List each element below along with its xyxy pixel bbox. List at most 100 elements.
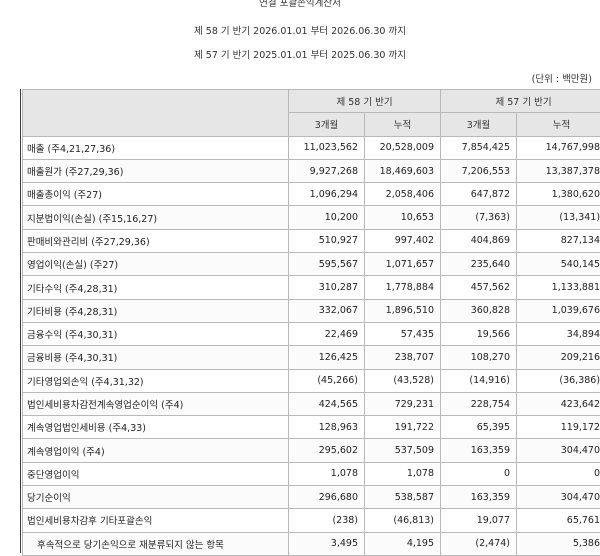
row-label: 기타영업외손익 (주4,31,32) <box>23 369 289 392</box>
row-value: 7,206,553 <box>441 159 517 182</box>
row-value: 5,386 <box>517 532 600 555</box>
row-value: 1,096,294 <box>289 183 365 206</box>
table-row: 기타비용 (주4,28,31)332,0671,896,510360,8281,… <box>23 299 600 322</box>
row-value: 235,640 <box>441 253 517 276</box>
header-sub-cell: 누적 <box>517 113 600 136</box>
row-label: 영업이익(손실) (주27) <box>23 253 289 276</box>
row-value: 2,058,406 <box>365 183 441 206</box>
row-value: 65,395 <box>441 416 517 439</box>
row-value: 295,602 <box>289 439 365 462</box>
row-value: (13,341) <box>517 206 600 229</box>
table-row: 계속영업법인세비용 (주4,33)128,963191,72265,395119… <box>23 416 600 439</box>
row-value: (45,266) <box>289 369 365 392</box>
row-label: 중단영업이익 <box>23 462 289 485</box>
row-label: 기타수익 (주4,28,31) <box>23 276 289 299</box>
row-value: 163,359 <box>441 439 517 462</box>
row-value: 457,562 <box>441 276 517 299</box>
row-value: 20,528,009 <box>365 136 441 159</box>
row-value: 424,565 <box>289 392 365 415</box>
statement-title: 연결 포괄손익계산서 <box>0 0 600 9</box>
row-value: 1,380,620 <box>517 183 600 206</box>
row-value: 304,470 <box>517 439 600 462</box>
row-value: (7,363) <box>441 206 517 229</box>
row-value: 997,402 <box>365 229 441 252</box>
income-statement-table: 제 58 기 반기 제 57 기 반기 3개월 누적 3개월 누적 매출 (주4… <box>22 89 600 556</box>
table-row: 중단영업이익1,0781,07800 <box>23 462 600 485</box>
row-value: 119,172 <box>517 416 600 439</box>
row-label: 당기순이익 <box>23 486 289 509</box>
row-value: 18,469,603 <box>365 159 441 182</box>
unit-label: (단위 : 백만원) <box>532 71 592 85</box>
row-value: 510,927 <box>289 229 365 252</box>
table-row: 후속적으로 당기손익으로 재분류되지 않는 항목3,4954,195(2,474… <box>23 532 600 555</box>
row-value: 9,927,268 <box>289 159 365 182</box>
table-row: 법인세비용차감전계속영업순이익 (주4)424,565729,231228,75… <box>23 392 600 415</box>
row-value: 7,854,425 <box>441 136 517 159</box>
row-value: 404,869 <box>441 229 517 252</box>
row-value: (14,916) <box>441 369 517 392</box>
table-row: 매출총이익 (주27)1,096,2942,058,406647,8721,38… <box>23 183 600 206</box>
row-value: 1,078 <box>365 462 441 485</box>
row-label: 금융비용 (주4,30,31) <box>23 346 289 369</box>
table-row: 당기순이익296,680538,587163,359304,470 <box>23 486 600 509</box>
table-row: 판매비와관리비 (주27,29,36)510,927997,402404,869… <box>23 229 600 252</box>
row-value: 0 <box>517 462 600 485</box>
left-border-rule <box>20 89 21 553</box>
row-value: 11,023,562 <box>289 136 365 159</box>
row-value: 4,195 <box>365 532 441 555</box>
table-row: 매출 (주4,21,27,36)11,023,56220,528,0097,85… <box>23 136 600 159</box>
row-value: 1,078 <box>289 462 365 485</box>
row-value: 1,896,510 <box>365 299 441 322</box>
table-row: 계속영업이익 (주4)295,602537,509163,359304,470 <box>23 439 600 462</box>
row-value: 238,707 <box>365 346 441 369</box>
period-current: 제 58 기 반기 2026.01.01 부터 2026.06.30 까지 <box>0 23 600 37</box>
row-label: 법인세비용차감후 기타포괄손익 <box>23 509 289 532</box>
row-value: 14,767,998 <box>517 136 600 159</box>
row-value: 1,039,676 <box>517 299 600 322</box>
row-label: 지분법이익(손실) (주15,16,27) <box>23 206 289 229</box>
row-value: 647,872 <box>441 183 517 206</box>
period-prior: 제 57 기 반기 2025.01.01 부터 2025.06.30 까지 <box>0 47 600 61</box>
row-value: 191,722 <box>365 416 441 439</box>
table-row: 기타수익 (주4,28,31)310,2871,778,884457,5621,… <box>23 276 600 299</box>
row-value: 296,680 <box>289 486 365 509</box>
row-value: 19,566 <box>441 322 517 345</box>
row-label: 계속영업이익 (주4) <box>23 439 289 462</box>
table-row: 영업이익(손실) (주27)595,5671,071,657235,640540… <box>23 253 600 276</box>
row-label: 매출원가 (주27,29,36) <box>23 159 289 182</box>
row-value: 10,653 <box>365 206 441 229</box>
row-value: 729,231 <box>365 392 441 415</box>
row-value: 228,754 <box>441 392 517 415</box>
row-value: 0 <box>441 462 517 485</box>
header-current-period: 제 58 기 반기 <box>289 90 441 113</box>
row-value: 1,778,884 <box>365 276 441 299</box>
row-value: 19,077 <box>441 509 517 532</box>
row-value: 34,894 <box>517 322 600 345</box>
row-label: 기타비용 (주4,28,31) <box>23 299 289 322</box>
row-label: 계속영업법인세비용 (주4,33) <box>23 416 289 439</box>
row-value: 13,387,378 <box>517 159 600 182</box>
row-label: 판매비와관리비 (주27,29,36) <box>23 229 289 252</box>
header-sub-cell: 3개월 <box>289 113 365 136</box>
table-row: 금융비용 (주4,30,31)126,425238,707108,270209,… <box>23 346 600 369</box>
row-value: 332,067 <box>289 299 365 322</box>
row-value: 65,761 <box>517 509 600 532</box>
row-value: 304,470 <box>517 486 600 509</box>
table-row: 금융수익 (주4,30,31)22,46957,43519,56634,894 <box>23 322 600 345</box>
table-row: 기타영업외손익 (주4,31,32)(45,266)(43,528)(14,91… <box>23 369 600 392</box>
row-value: 360,828 <box>441 299 517 322</box>
row-value: 108,270 <box>441 346 517 369</box>
row-value: 10,200 <box>289 206 365 229</box>
row-value: 595,567 <box>289 253 365 276</box>
table-row: 매출원가 (주27,29,36)9,927,26818,469,6037,206… <box>23 159 600 182</box>
row-value: 126,425 <box>289 346 365 369</box>
table-body: 매출 (주4,21,27,36)11,023,56220,528,0097,85… <box>23 136 600 555</box>
row-value: 538,587 <box>365 486 441 509</box>
row-value: 827,134 <box>517 229 600 252</box>
row-value: (2,474) <box>441 532 517 555</box>
header-sub-cell: 누적 <box>365 113 441 136</box>
table-row: 지분법이익(손실) (주15,16,27)10,20010,653(7,363)… <box>23 206 600 229</box>
row-value: 209,216 <box>517 346 600 369</box>
header-sub-cell: 3개월 <box>441 113 517 136</box>
row-value: 128,963 <box>289 416 365 439</box>
